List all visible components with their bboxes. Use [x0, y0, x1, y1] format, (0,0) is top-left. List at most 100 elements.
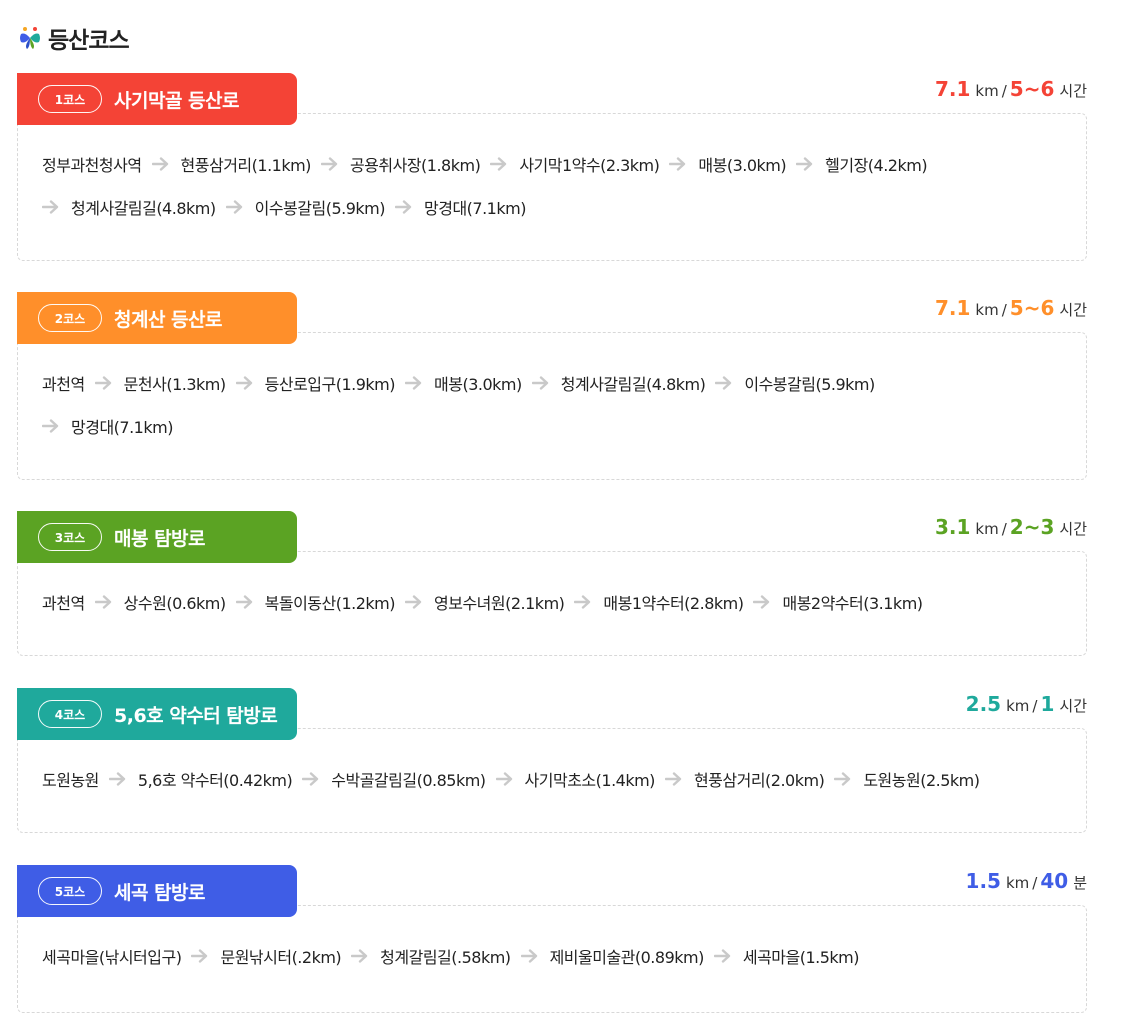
- arrow-right-icon: [574, 594, 591, 609]
- route-stop: 정부과천청사역: [42, 155, 142, 175]
- course-number-pill: 1코스: [38, 85, 102, 113]
- route-stop: 문원낚시터(.2km): [220, 947, 342, 967]
- course-badge: 1코스 사기막골 등산로: [17, 73, 297, 125]
- arrow-right-icon: [151, 156, 168, 171]
- separator: /: [1032, 874, 1038, 892]
- course-badge: 4코스 5,6호 약수터 탐방로: [17, 688, 297, 740]
- separator: /: [1001, 301, 1007, 319]
- course-route-box: 도원농원 5,6호 약수터(0.42km) 수박골갈림길(0.85km) 사기막초소(…: [17, 728, 1087, 833]
- arrow-right-icon: [713, 948, 731, 963]
- course-number-pill: 3코스: [38, 523, 102, 551]
- course-number-pill: 5코스: [38, 877, 102, 905]
- arrow-right-icon: [94, 594, 111, 609]
- route-stop: 현풍삼거리(1.1km): [180, 155, 312, 175]
- course-number-pill: 4코스: [38, 700, 102, 728]
- distance-value: 7.1: [934, 77, 971, 101]
- separator: /: [1001, 82, 1007, 100]
- route-stop: 수박골갈림길(0.85km): [331, 770, 486, 790]
- route-stop: 이수봉갈림(5.9km): [254, 198, 386, 218]
- route-stop: 도원농원: [42, 770, 99, 790]
- course-route-box: 세곡마을(낚시터입구) 문원낚시터(.2km) 청계갈림길(.58km) 제비울미술관…: [17, 905, 1087, 1013]
- route-stop: 세곡마을(낚시터입구): [42, 947, 182, 967]
- time-value: 5~6: [1009, 77, 1055, 101]
- time-unit: 시간: [1059, 301, 1087, 319]
- arrow-right-icon: [395, 199, 412, 214]
- course-section: 4코스 5,6호 약수터 탐방로 2.5 km/1 시간도원농원 5,6호 약수터(0.4…: [17, 688, 1087, 833]
- distance-unit: km: [975, 520, 999, 538]
- course-header: 5코스 세곡 탐방로 1.5 km/40 분: [17, 865, 1087, 917]
- arrow-right-icon: [225, 199, 242, 214]
- course-name: 매봉 탐방로: [114, 527, 206, 550]
- arrow-right-icon: [495, 771, 512, 786]
- course-header: 4코스 5,6호 약수터 탐방로 2.5 km/1 시간: [17, 688, 1087, 740]
- time-unit: 분: [1073, 874, 1087, 892]
- route-stop: 헬기장(4.2km): [825, 155, 928, 175]
- course-section: 2코스 청계산 등산로 7.1 km/5~6 시간 과천역 문천사(1.3km) 등산로입구(…: [17, 292, 1087, 480]
- time-unit: 시간: [1059, 82, 1087, 100]
- arrow-right-icon: [351, 948, 368, 963]
- arrow-right-icon: [834, 771, 851, 786]
- route-stop: 5,6호 약수터(0.42km): [137, 770, 293, 790]
- route-stop: 과천역: [42, 374, 85, 394]
- arrow-right-icon: [235, 594, 252, 609]
- route-stop: 청계사갈림길(4.8km): [560, 374, 706, 394]
- course-stats: 7.1 km/5~6 시간: [935, 296, 1087, 320]
- arrow-right-icon: [520, 948, 537, 963]
- arrow-right-icon: [191, 948, 208, 963]
- course-stats: 1.5 km/40 분: [966, 869, 1087, 893]
- route-stop: 매봉(3.0km): [698, 155, 787, 175]
- distance-value: 1.5: [965, 869, 1001, 893]
- time-unit: 시간: [1059, 697, 1087, 715]
- distance-unit: km: [975, 301, 999, 319]
- arrow-right-icon: [490, 156, 507, 171]
- route-stop: 세곡마을(1.5km): [742, 947, 860, 967]
- distance-value: 2.5: [965, 692, 1002, 716]
- route-stop: 매봉(3.0km): [434, 374, 522, 394]
- time-value: 40: [1040, 869, 1069, 893]
- course-section: 1코스 사기막골 등산로 7.1 km/5~6 시간정부과천청사역 현풍삼거리(1.1km…: [17, 73, 1087, 261]
- time-value: 5~6: [1009, 296, 1055, 320]
- route-stop: 도원농원(2.5km): [863, 770, 980, 790]
- route-line: 과천역 상수원(0.6km) 복돌이동산(1.2km) 영보수녀원(2.1km) 매봉1…: [42, 580, 1062, 623]
- course-route-box: 과천역 상수원(0.6km) 복돌이동산(1.2km) 영보수녀원(2.1km) 매봉1…: [17, 551, 1087, 656]
- course-section: 5코스 세곡 탐방로 1.5 km/40 분세곡마을(낚시터입구) 문원낚시터(.2km)…: [17, 865, 1087, 1013]
- route-stop: 매봉2약수터(3.1km): [782, 593, 923, 613]
- arrow-right-icon: [42, 199, 59, 214]
- distance-unit: km: [975, 82, 999, 100]
- arrow-right-icon: [405, 375, 422, 390]
- course-name: 사기막골 등산로: [114, 89, 239, 112]
- course-stats: 7.1 km/5~6 시간: [935, 77, 1087, 101]
- route-line: 정부과천청사역 현풍삼거리(1.1km) 공용취사장(1.8km) 사기막1약수(2.…: [42, 142, 1062, 185]
- arrow-right-icon: [753, 594, 770, 609]
- route-line: 망경대(7.1km): [42, 404, 1062, 447]
- course-badge: 2코스 청계산 등산로: [17, 292, 297, 344]
- route-stop: 사기막초소(1.4km): [524, 770, 656, 790]
- course-name: 5,6호 약수터 탐방로: [114, 704, 278, 727]
- route-stop: 등산로입구(1.9km): [264, 374, 396, 394]
- course-stats: 2.5 km/1 시간: [966, 692, 1087, 716]
- time-value: 2~3: [1009, 515, 1055, 539]
- course-number-pill: 2코스: [38, 304, 102, 332]
- arrow-right-icon: [94, 375, 111, 390]
- course-badge: 5코스 세곡 탐방로: [17, 865, 297, 917]
- arrow-right-icon: [669, 156, 686, 171]
- distance-value: 3.1: [934, 515, 971, 539]
- arrow-right-icon: [715, 375, 732, 390]
- course-badge: 3코스 매봉 탐방로: [17, 511, 297, 563]
- arrow-right-icon: [320, 156, 338, 171]
- route-stop: 매봉1약수터(2.8km): [603, 593, 744, 613]
- route-stop: 망경대(7.1km): [71, 417, 173, 437]
- route-stop: 사기막1약수(2.3km): [519, 155, 660, 175]
- page-title: 등산코스: [48, 28, 130, 54]
- distance-unit: km: [1005, 874, 1030, 892]
- course-header: 3코스 매봉 탐방로 3.1 km/2~3 시간: [17, 511, 1087, 563]
- route-stop: 과천역: [42, 593, 85, 613]
- route-line: 청계사갈림길(4.8km) 이수봉갈림(5.9km) 망경대(7.1km): [42, 185, 1062, 228]
- arrow-right-icon: [796, 156, 813, 171]
- route-stop: 상수원(0.6km): [123, 593, 226, 613]
- distance-unit: km: [1006, 697, 1030, 715]
- route-stop: 현풍삼거리(2.0km): [693, 770, 825, 790]
- arrow-right-icon: [302, 771, 319, 786]
- route-line: 과천역 문천사(1.3km) 등산로입구(1.9km) 매봉(3.0km) 청계사갈림길…: [42, 361, 1062, 404]
- distance-value: 7.1: [934, 296, 971, 320]
